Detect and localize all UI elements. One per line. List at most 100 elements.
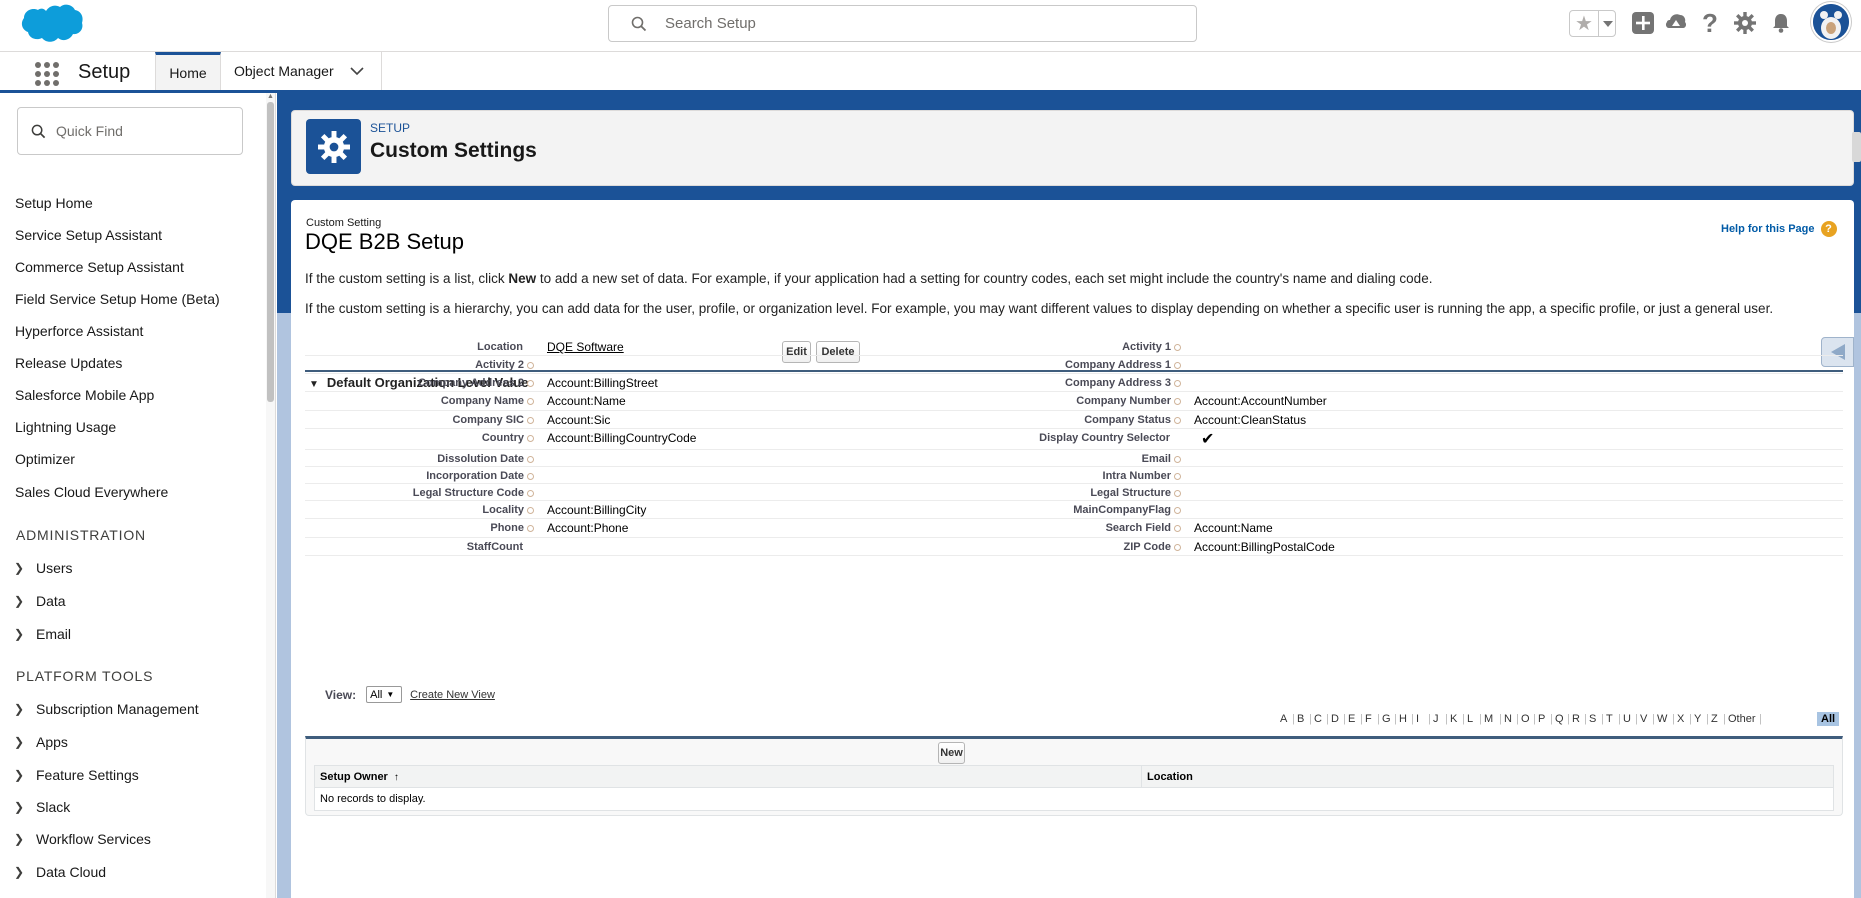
alpha-filter-j[interactable]: J: [1433, 713, 1439, 725]
alpha-filter-h[interactable]: H: [1399, 713, 1407, 725]
alpha-filter-o[interactable]: O: [1521, 713, 1530, 725]
field-help-icon[interactable]: [1174, 416, 1181, 424]
alpha-filter-all[interactable]: All: [1817, 712, 1840, 726]
sidebar-item-subscription-management[interactable]: ❯ Subscription Management: [14, 701, 199, 717]
alpha-separator: |: [1326, 713, 1329, 725]
tab-object-manager[interactable]: Object Manager: [222, 52, 382, 90]
field-help-icon[interactable]: [1174, 543, 1181, 551]
alpha-filter-t[interactable]: T: [1606, 713, 1613, 725]
field-help-icon[interactable]: [1174, 379, 1181, 387]
alpha-filter-x[interactable]: X: [1677, 713, 1684, 725]
sidebar-scrollbar[interactable]: ▲: [266, 93, 275, 898]
sidebar-item-sales-cloud-everywhere[interactable]: Sales Cloud Everywhere: [15, 484, 168, 500]
help-question-icon[interactable]: ?: [1697, 8, 1723, 38]
help-for-this-page-link[interactable]: Help for this Page ?: [1721, 221, 1837, 237]
column-location[interactable]: Location: [1141, 766, 1193, 788]
sidebar-item-slack[interactable]: ❯ Slack: [14, 799, 70, 815]
field-help-icon[interactable]: [527, 524, 534, 532]
field-help-icon[interactable]: [527, 379, 534, 387]
sidebar-item-data[interactable]: ❯ Data: [14, 593, 66, 609]
field-help-icon[interactable]: [1174, 361, 1181, 369]
sidebar-item-setup-home[interactable]: Setup Home: [15, 195, 93, 211]
field-help-icon[interactable]: [527, 472, 534, 480]
favorites-dropdown-icon[interactable]: [1598, 11, 1616, 36]
scroll-up-icon[interactable]: ▲: [267, 93, 274, 100]
field-help-icon[interactable]: [1174, 343, 1181, 351]
field-help-icon[interactable]: [1174, 397, 1181, 405]
sidebar-item-apps[interactable]: ❯ Apps: [14, 734, 68, 750]
field-help-icon[interactable]: [527, 506, 534, 514]
alpha-filter-other[interactable]: Other: [1728, 713, 1756, 725]
alpha-filter-a[interactable]: A: [1280, 713, 1287, 725]
add-icon[interactable]: [1630, 10, 1656, 36]
alpha-filter-c[interactable]: C: [1314, 713, 1322, 725]
alpha-filter-r[interactable]: R: [1572, 713, 1580, 725]
sidebar-item-service-setup-assistant[interactable]: Service Setup Assistant: [15, 227, 162, 243]
sidebar-item-field-service-setup-home[interactable]: Field Service Setup Home (Beta): [15, 291, 220, 307]
alpha-filter-k[interactable]: K: [1450, 713, 1457, 725]
sidebar-item-salesforce-mobile-app[interactable]: Salesforce Mobile App: [15, 387, 154, 403]
sidebar-item-data-cloud[interactable]: ❯ Data Cloud: [14, 864, 106, 880]
sidebar-item-release-updates[interactable]: Release Updates: [15, 355, 122, 371]
field-help-icon[interactable]: [527, 397, 534, 405]
alpha-filter-b[interactable]: B: [1297, 713, 1304, 725]
field-help-icon[interactable]: [527, 416, 534, 424]
sidebar-item-lightning-usage[interactable]: Lightning Usage: [15, 419, 116, 435]
sidebar-item-users[interactable]: ❯ Users: [14, 560, 73, 576]
sidebar-item-label: Workflow Services: [36, 831, 151, 847]
sidebar-item-feature-settings[interactable]: ❯ Feature Settings: [14, 767, 139, 783]
field-help-icon[interactable]: [527, 489, 534, 497]
field-help-icon[interactable]: [1174, 472, 1181, 480]
alpha-filter-g[interactable]: G: [1382, 713, 1391, 725]
user-avatar[interactable]: [1811, 2, 1851, 42]
alpha-filter-n[interactable]: N: [1504, 713, 1512, 725]
alpha-filter-s[interactable]: S: [1589, 713, 1596, 725]
field-help-icon[interactable]: [527, 455, 534, 463]
search-input[interactable]: [665, 6, 1185, 41]
field-help-icon[interactable]: [1174, 455, 1181, 463]
view-select[interactable]: All ▼: [366, 686, 403, 703]
alpha-filter-w[interactable]: W: [1657, 713, 1667, 725]
scrollbar-thumb[interactable]: [267, 102, 274, 402]
tab-home[interactable]: Home: [155, 52, 221, 90]
alpha-filter-p[interactable]: P: [1538, 713, 1545, 725]
column-setup-owner[interactable]: Setup Owner ↑: [320, 771, 399, 783]
field-help-icon[interactable]: [1174, 506, 1181, 514]
alpha-filter-m[interactable]: M: [1484, 713, 1493, 725]
field-help-icon[interactable]: [1174, 489, 1181, 497]
right-field-label-text: Legal Structure: [1090, 487, 1171, 499]
alpha-filter-l[interactable]: L: [1467, 713, 1473, 725]
sidebar-item-hyperforce-assistant[interactable]: Hyperforce Assistant: [15, 323, 143, 339]
alpha-filter-y[interactable]: Y: [1694, 713, 1701, 725]
info-text-list: If the custom setting is a list, click N…: [305, 271, 1432, 286]
field-help-icon[interactable]: [1174, 524, 1181, 532]
sidebar-item-workflow-services[interactable]: ❯ Workflow Services: [14, 831, 151, 847]
search-box[interactable]: [608, 5, 1197, 42]
sidebar-item-email[interactable]: ❯ Email: [14, 626, 71, 642]
favorites-star-icon[interactable]: ★: [1570, 11, 1598, 36]
sidebar-item-label: Email: [36, 626, 72, 642]
quick-find-input[interactable]: [56, 108, 236, 154]
salesforce-logo[interactable]: [20, 3, 84, 47]
alpha-filter-e[interactable]: E: [1348, 713, 1355, 725]
notifications-bell-icon[interactable]: [1768, 10, 1794, 36]
alpha-filter-z[interactable]: Z: [1711, 713, 1718, 725]
quick-find-box[interactable]: [17, 107, 243, 155]
alpha-filter-f[interactable]: F: [1365, 713, 1372, 725]
sidebar-item-commerce-setup-assistant[interactable]: Commerce Setup Assistant: [15, 259, 184, 275]
field-help-icon[interactable]: [527, 434, 534, 442]
field-help-icon[interactable]: [527, 361, 534, 369]
app-launcher-icon[interactable]: [34, 61, 60, 87]
alpha-filter-q[interactable]: Q: [1555, 713, 1564, 725]
alpha-filter-d[interactable]: D: [1331, 713, 1339, 725]
setup-gear-icon[interactable]: [1732, 10, 1758, 36]
sidebar-item-optimizer[interactable]: Optimizer: [15, 451, 75, 467]
left-field-value[interactable]: DQE Software: [547, 340, 624, 354]
create-new-view-link[interactable]: Create New View: [410, 689, 495, 701]
chevron-down-icon[interactable]: [350, 63, 364, 79]
alpha-filter-u[interactable]: U: [1623, 713, 1631, 725]
alpha-filter-i[interactable]: I: [1416, 713, 1419, 725]
alpha-filter-v[interactable]: V: [1640, 713, 1647, 725]
new-button[interactable]: New: [938, 742, 965, 764]
trailhead-icon[interactable]: [1663, 10, 1689, 36]
